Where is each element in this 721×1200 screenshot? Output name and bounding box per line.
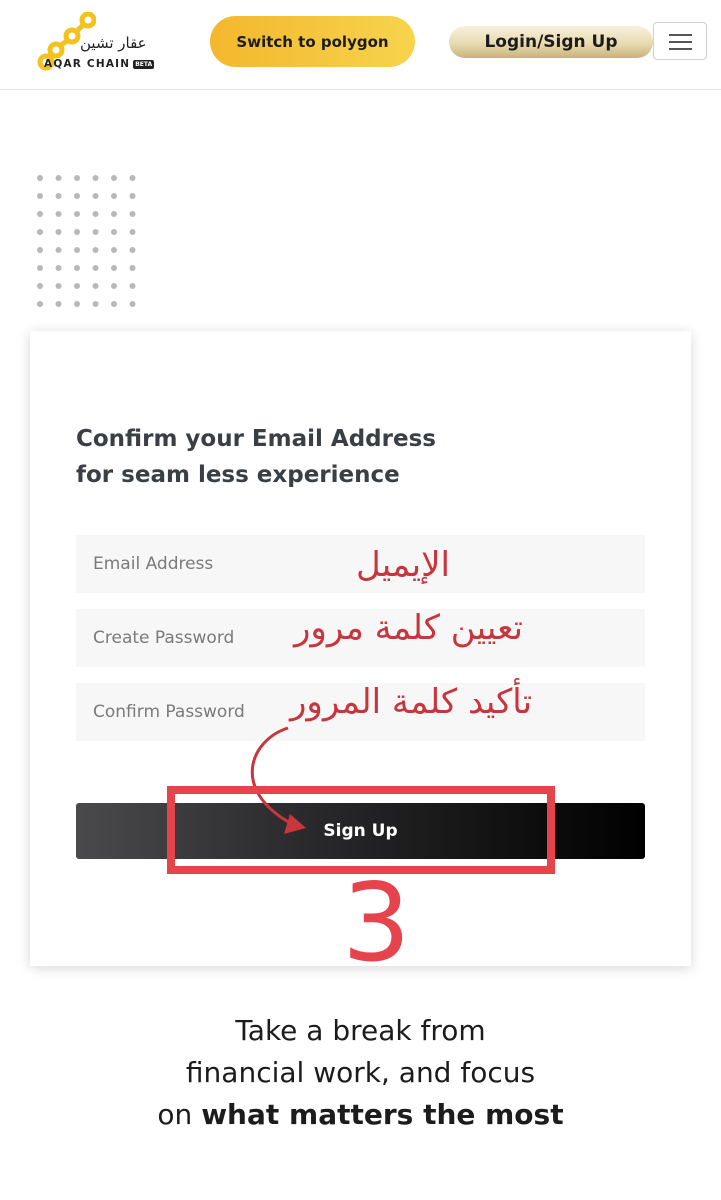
decorative-dot <box>74 265 80 271</box>
decorative-dot <box>55 283 62 289</box>
decorative-dot <box>92 193 99 199</box>
decorative-dot <box>74 229 80 235</box>
decorative-dot <box>111 211 117 217</box>
decorative-dot <box>92 301 99 307</box>
logo-wordmark: AQAR CHAIN <box>44 58 131 70</box>
decorative-dot <box>37 283 43 289</box>
decorative-dot <box>129 301 136 307</box>
menu-bar-1 <box>669 34 692 36</box>
decorative-dot <box>92 175 99 181</box>
tagline: Take a break from financial work, and fo… <box>0 1010 721 1136</box>
decorative-dot <box>74 211 80 217</box>
decorative-dot <box>92 247 99 253</box>
card-title-line-1: Confirm your Email Address <box>76 426 436 452</box>
tagline-line-2: financial work, and focus <box>185 1056 536 1089</box>
tagline-line-3: on what matters the most <box>0 1094 721 1136</box>
decorative-dot <box>92 265 99 271</box>
decorative-dot <box>129 193 136 199</box>
decorative-dot <box>74 175 80 181</box>
decorative-dot <box>92 211 99 217</box>
decorative-dot <box>74 283 80 289</box>
card-title: Confirm your Email Address for seam less… <box>76 421 636 493</box>
decorative-dot <box>74 301 80 307</box>
decorative-dot <box>55 229 62 235</box>
decorative-dot <box>92 283 99 289</box>
decorative-dot <box>55 247 62 253</box>
decorative-dot <box>55 175 62 181</box>
decorative-dot <box>129 175 136 181</box>
decorative-dot <box>111 247 117 253</box>
decorative-dot <box>37 175 43 181</box>
menu-bar-3 <box>669 48 692 50</box>
decorative-dot <box>129 229 136 235</box>
aqar-chain-logo[interactable]: عقار تشين AQAR CHAIN BETA <box>36 12 168 74</box>
decorative-dot <box>111 175 117 181</box>
decorative-dot <box>55 265 62 271</box>
decorative-dot <box>37 301 43 307</box>
tagline-prefix: on <box>157 1098 202 1131</box>
decorative-dot <box>111 301 117 307</box>
decorative-dot <box>55 193 62 199</box>
tagline-line-1: Take a break from <box>235 1014 486 1047</box>
decorative-dot <box>37 229 43 235</box>
switch-to-polygon-button[interactable]: Switch to polygon <box>210 16 415 67</box>
logo-arabic-text: عقار تشين <box>80 34 147 52</box>
decorative-dot <box>129 265 136 271</box>
decorative-dot <box>129 211 136 217</box>
decorative-dot <box>37 265 43 271</box>
card-title-line-2: for seam less experience <box>76 462 400 488</box>
logo-english-text: AQAR CHAIN BETA <box>44 58 155 70</box>
decorative-dot-grid <box>37 175 136 307</box>
annotation-email-label: الإيميل <box>356 545 450 585</box>
hamburger-menu-icon[interactable] <box>653 22 707 60</box>
decorative-dot <box>129 283 136 289</box>
decorative-dot <box>74 193 80 199</box>
decorative-dot <box>92 229 99 235</box>
decorative-dot <box>111 229 117 235</box>
decorative-dot <box>37 211 43 217</box>
login-signup-button[interactable]: Login/Sign Up <box>449 26 653 58</box>
decorative-dot <box>129 247 136 253</box>
decorative-dot <box>74 247 80 253</box>
menu-bar-2 <box>669 41 692 43</box>
tagline-emphasis: what matters the most <box>201 1098 564 1131</box>
beta-badge: BETA <box>133 59 155 69</box>
annotation-password-label: تعيين كلمة مرور <box>294 608 524 648</box>
decorative-dot <box>111 265 117 271</box>
top-header: عقار تشين AQAR CHAIN BETA Switch to polyg… <box>0 0 721 90</box>
annotation-step-number: 3 <box>342 861 411 986</box>
decorative-dot <box>37 193 43 199</box>
decorative-dot <box>55 211 62 217</box>
decorative-dot <box>55 301 62 307</box>
decorative-dot <box>111 193 117 199</box>
decorative-dot <box>111 283 117 289</box>
decorative-dot <box>37 247 43 253</box>
